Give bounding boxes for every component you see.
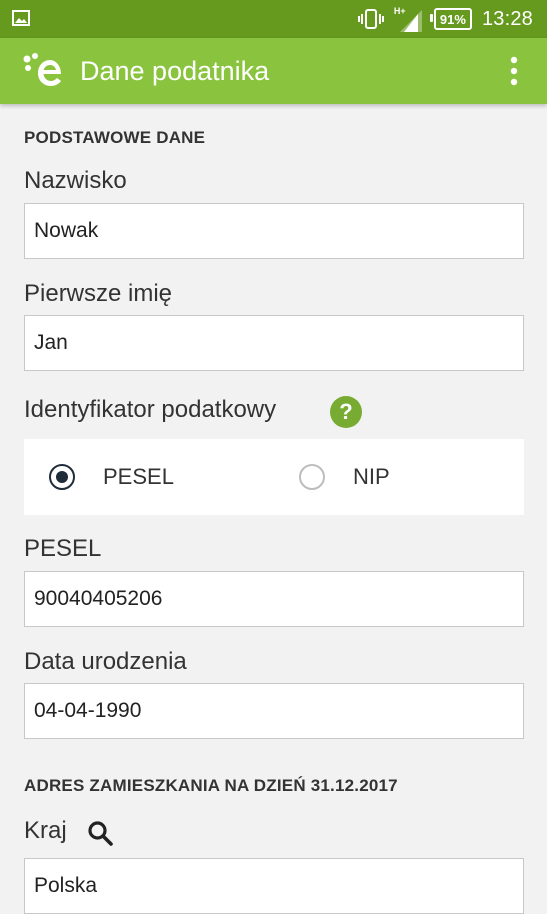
radio-option-pesel[interactable]: PESEL xyxy=(49,439,174,515)
status-bar: H+ 91% 13:28 xyxy=(0,0,547,38)
birth-date-value: 04-04-1990 xyxy=(34,699,142,722)
surname-field[interactable]: Nowak xyxy=(24,203,524,259)
first-name-value: Jan xyxy=(34,331,68,354)
help-icon-glyph: ? xyxy=(339,399,353,424)
tax-id-label: Identyfikator podatkowy xyxy=(24,396,277,423)
surname-value: Nowak xyxy=(34,219,99,242)
tax-id-radio-group: PESEL NIP xyxy=(24,439,524,515)
country-label: Kraj xyxy=(24,817,67,844)
more-vert-icon[interactable] xyxy=(503,54,525,88)
surname-label: Nazwisko xyxy=(24,167,127,194)
first-name-label: Pierwsze imię xyxy=(24,280,173,307)
gallery-notification-icon xyxy=(12,10,30,26)
radio-label-nip: NIP xyxy=(353,464,390,489)
signal-indicator: H+ xyxy=(394,4,424,34)
section-header-basic-data: PODSTAWOWE DANE xyxy=(24,128,206,147)
signal-icon xyxy=(399,10,422,32)
pesel-value: 90040405206 xyxy=(34,587,163,610)
radio-label-pesel: PESEL xyxy=(103,464,174,489)
battery-level: 91% xyxy=(439,11,466,27)
clock: 13:28 xyxy=(481,7,533,30)
section-header-address: ADRES ZAMIESZKANIA NA DZIEŃ 31.12.2017 xyxy=(24,776,398,795)
page-title: Dane podatnika xyxy=(80,56,270,86)
country-value: Polska xyxy=(34,874,98,897)
app-bar: Dane podatnika xyxy=(0,38,547,104)
vibrate-icon xyxy=(357,9,384,29)
battery-indicator: 91% xyxy=(429,8,472,30)
pesel-label: PESEL xyxy=(24,535,102,562)
radio-button-checked[interactable] xyxy=(49,464,75,490)
first-name-field[interactable]: Jan xyxy=(24,315,524,371)
country-field[interactable]: Polska xyxy=(24,858,524,914)
radio-option-nip[interactable]: NIP xyxy=(299,439,390,515)
birth-date-field[interactable]: 04-04-1990 xyxy=(24,683,524,739)
help-icon[interactable]: ? xyxy=(330,396,362,428)
search-icon[interactable] xyxy=(87,820,113,846)
pesel-field[interactable]: 90040405206 xyxy=(24,571,524,627)
radio-button-unchecked[interactable] xyxy=(299,464,325,490)
e-logo-icon xyxy=(23,53,61,86)
birth-date-label: Data urodzenia xyxy=(24,648,187,675)
